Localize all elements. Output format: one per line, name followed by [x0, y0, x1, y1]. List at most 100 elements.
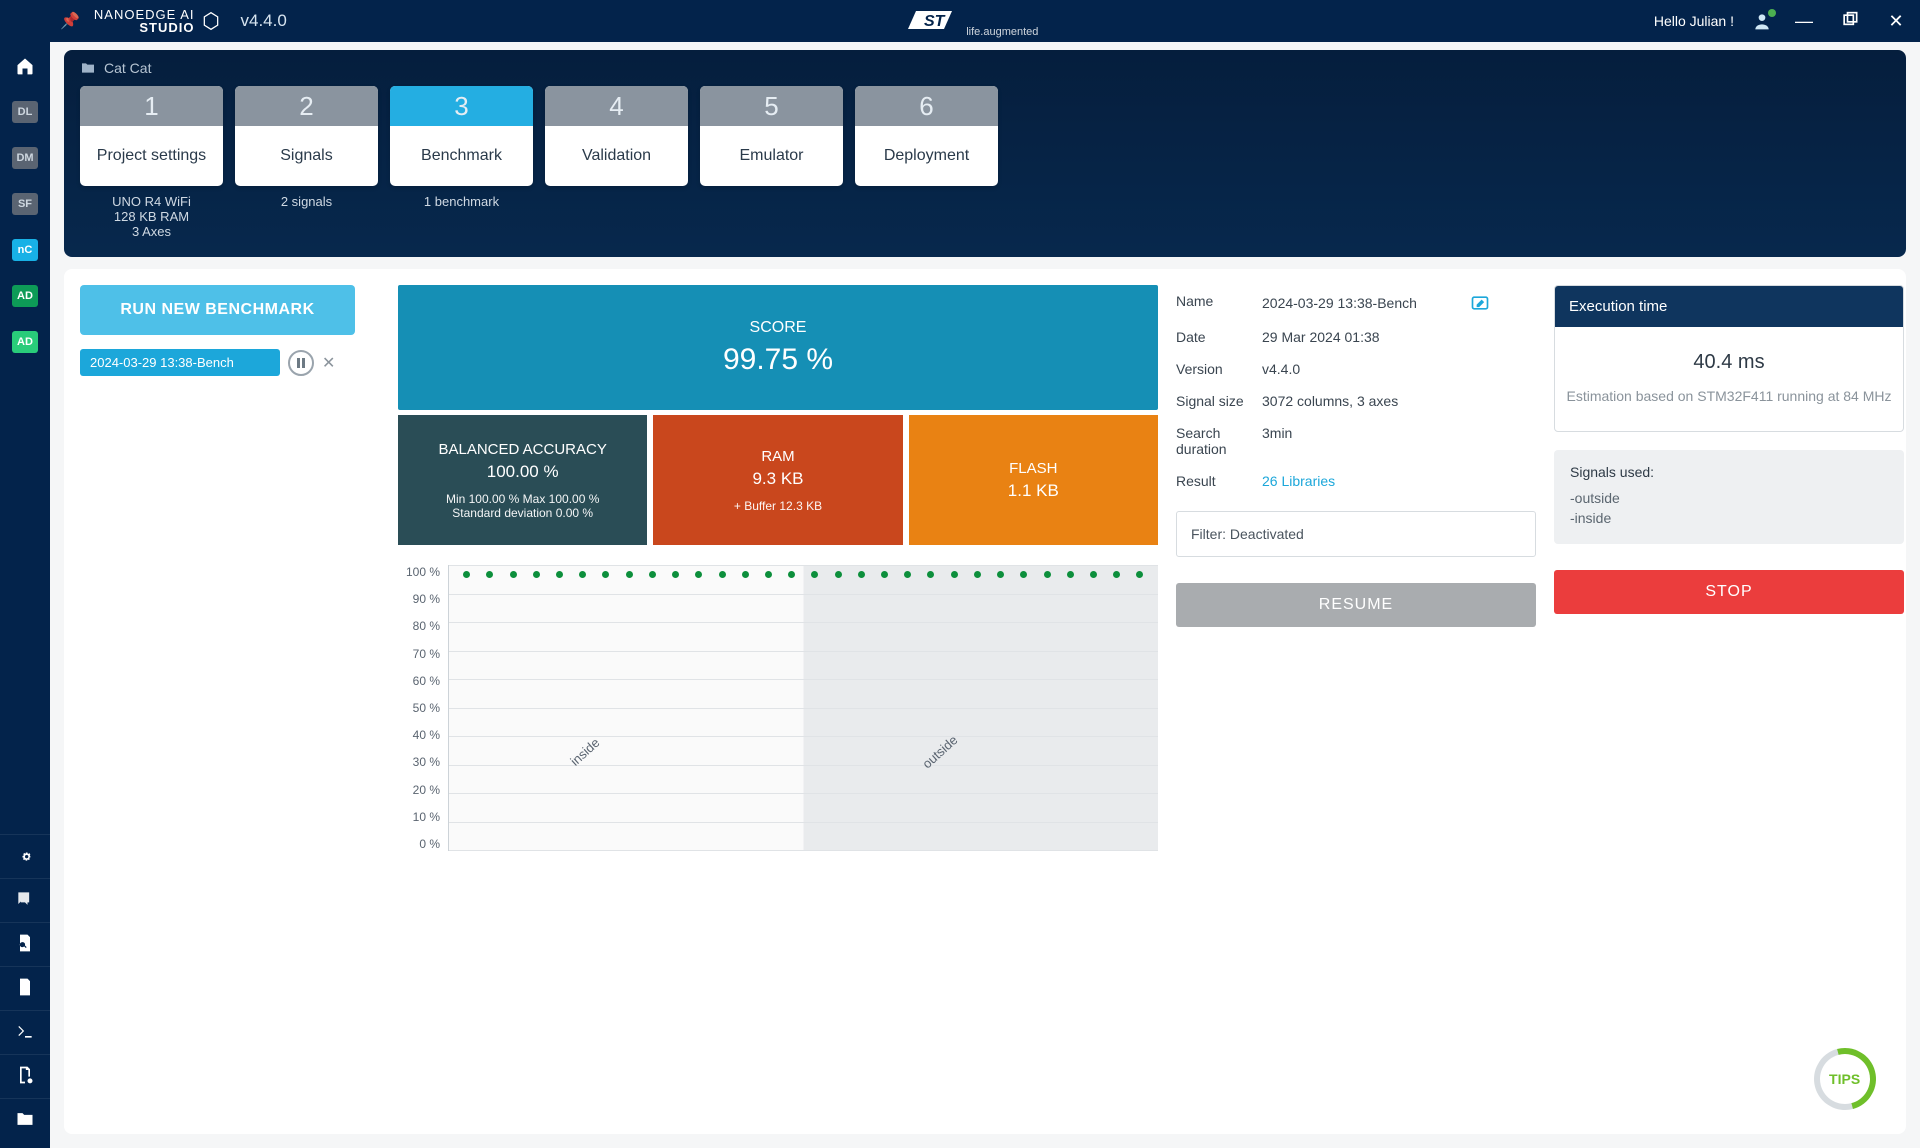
execution-title: Execution time: [1555, 286, 1903, 327]
step-4[interactable]: 4 Validation: [545, 86, 688, 194]
signals-title: Signals used:: [1570, 464, 1888, 480]
chart-point: [881, 571, 888, 578]
chart-point: [602, 571, 609, 578]
chart-point: [858, 571, 865, 578]
chart-point: [649, 571, 656, 578]
svg-text:ST: ST: [924, 13, 946, 30]
chart-point: [904, 571, 911, 578]
rename-icon[interactable]: [1470, 293, 1490, 313]
chart-point: [695, 571, 702, 578]
benchmark-tag[interactable]: 2024-03-29 13:38-Bench: [80, 349, 280, 376]
run-benchmark-button[interactable]: RUN NEW BENCHMARK: [80, 285, 355, 335]
sidebar-doc-search[interactable]: [0, 922, 50, 962]
chart-point: [974, 571, 981, 578]
hexagon-icon: [201, 11, 221, 31]
sidebar-terminal[interactable]: [0, 1010, 50, 1050]
breadcrumb-project: Cat Cat: [104, 60, 151, 76]
close-benchmark-button[interactable]: ✕: [322, 353, 335, 373]
sidebar-tag-ad2[interactable]: AD: [7, 324, 43, 360]
step-label: Signals: [235, 126, 378, 186]
filter-box[interactable]: Filter: Deactivated: [1176, 511, 1536, 557]
info-duration-label: Search duration: [1176, 425, 1262, 457]
step-6[interactable]: 6 Deployment: [855, 86, 998, 194]
score-label: SCORE: [750, 319, 807, 337]
chart-point: [486, 571, 493, 578]
workflow-header: Cat Cat 1 Project settings UNO R4 WiFi 1…: [64, 50, 1906, 257]
chart-point: [811, 571, 818, 578]
step-5[interactable]: 5 Emulator: [700, 86, 843, 194]
chart-point: [1020, 571, 1027, 578]
sidebar-folder[interactable]: [0, 1098, 50, 1138]
chart-point: [533, 571, 540, 578]
chart-point: [951, 571, 958, 578]
sidebar-tag-dl[interactable]: DL: [7, 94, 43, 130]
app-version: v4.4.0: [241, 11, 287, 31]
st-tagline: life.augmented: [966, 26, 1038, 38]
chart-point: [510, 571, 517, 578]
info-version-label: Version: [1176, 361, 1262, 377]
execution-card: Execution time 40.4 ms Estimation based …: [1554, 285, 1904, 432]
pin-icon[interactable]: 📌: [60, 11, 80, 31]
chart-point: [1136, 571, 1143, 578]
flash-tile: FLASH 1.1 KB: [909, 415, 1158, 545]
step-label: Validation: [545, 126, 688, 186]
pause-icon: [296, 358, 306, 368]
window-maximize-button[interactable]: [1836, 7, 1864, 35]
sidebar-doc-gear[interactable]: [0, 1054, 50, 1094]
step-number: 5: [700, 86, 843, 126]
sidebar-tag-ad1[interactable]: AD: [7, 278, 43, 314]
online-dot-icon: [1768, 9, 1776, 17]
execution-value: 40.4 ms: [1565, 351, 1893, 374]
ram-label: RAM: [761, 448, 794, 465]
step-label: Emulator: [700, 126, 843, 186]
step-2[interactable]: 2 Signals 2 signals: [235, 86, 378, 209]
y-tick: 20 %: [413, 783, 440, 797]
st-logo: ST life.augmented: [902, 5, 1038, 38]
chart-point: [579, 571, 586, 578]
signals-used-card: Signals used: -outside -inside: [1554, 450, 1904, 544]
chart-point: [463, 571, 470, 578]
step-sub: 1 benchmark: [424, 194, 499, 209]
sidebar-tag-sf[interactable]: SF: [7, 186, 43, 222]
accuracy-tile: BALANCED ACCURACY 100.00 % Min 100.00 % …: [398, 415, 647, 545]
st-logo-icon: ST: [902, 5, 958, 35]
user-icon[interactable]: [1752, 11, 1772, 31]
sidebar-settings[interactable]: [0, 834, 50, 874]
signal-item-1: -outside: [1570, 490, 1888, 506]
chart-x-axis: inside outside: [448, 851, 1158, 891]
chart-point: [672, 571, 679, 578]
chart-point: [765, 571, 772, 578]
sidebar-doc[interactable]: [0, 966, 50, 1006]
sidebar-tag-nc[interactable]: nC: [7, 232, 43, 268]
sidebar-tag-dm[interactable]: DM: [7, 140, 43, 176]
y-tick: 40 %: [413, 728, 440, 742]
info-version-value: v4.4.0: [1262, 361, 1536, 377]
flash-value: 1.1 KB: [1008, 481, 1059, 501]
sidebar-home[interactable]: [7, 48, 43, 84]
metrics-column: SCORE 99.75 % BALANCED ACCURACY 100.00 %…: [398, 285, 1158, 891]
window-minimize-button[interactable]: —: [1790, 7, 1818, 35]
chart-point: [719, 571, 726, 578]
pause-button[interactable]: [288, 350, 314, 376]
info-name-label: Name: [1176, 293, 1262, 309]
tips-badge[interactable]: TIPS: [1803, 1037, 1888, 1122]
info-result-link[interactable]: 26 Libraries: [1262, 473, 1335, 489]
chart-point: [1067, 571, 1074, 578]
stop-button[interactable]: STOP: [1554, 570, 1904, 614]
benchmark-name-input[interactable]: [1262, 295, 1462, 311]
step-3[interactable]: 3 Benchmark 1 benchmark: [390, 86, 533, 209]
step-number: 1: [80, 86, 223, 126]
chart-point: [788, 571, 795, 578]
y-tick: 30 %: [413, 755, 440, 769]
y-tick: 90 %: [413, 592, 440, 606]
content-panel: RUN NEW BENCHMARK 2024-03-29 13:38-Bench…: [64, 269, 1906, 1134]
accuracy-sub1: Min 100.00 % Max 100.00 %: [446, 492, 599, 506]
resume-button[interactable]: RESUME: [1176, 583, 1536, 627]
y-tick: 60 %: [413, 674, 440, 688]
window-close-button[interactable]: ✕: [1882, 7, 1910, 35]
breadcrumb[interactable]: Cat Cat: [80, 60, 1890, 76]
ram-sub: + Buffer 12.3 KB: [734, 499, 822, 513]
step-1[interactable]: 1 Project settings UNO R4 WiFi 128 KB RA…: [80, 86, 223, 239]
sidebar-chat[interactable]: [0, 878, 50, 918]
folder-icon: [80, 60, 96, 76]
